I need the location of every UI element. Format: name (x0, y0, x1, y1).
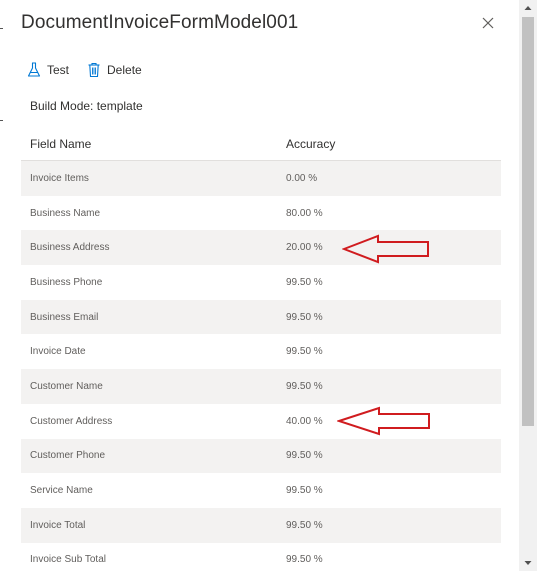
field-name-cell: Invoice Sub Total (30, 554, 106, 566)
table-row[interactable]: Business Phone 99.50 % (21, 265, 501, 300)
accuracy-cell: 99.50 % (286, 346, 323, 358)
column-header-field-name[interactable]: Field Name (21, 137, 277, 151)
close-button[interactable] (478, 13, 498, 33)
table-row[interactable]: Invoice Items 0.00 % (21, 161, 501, 196)
field-name-cell: Business Name (30, 207, 101, 219)
scroll-down-arrow-icon (524, 561, 532, 565)
accuracy-cell: 99.50 % (286, 485, 323, 497)
table-row[interactable]: Invoice Total 99.50 % (21, 507, 501, 543)
table-row[interactable]: Customer Name 99.50 % (21, 369, 501, 404)
table-row[interactable]: Business Name 80.00 % (21, 196, 501, 231)
model-details-panel: DocumentInvoiceFormModel001 Test Delete … (0, 0, 537, 571)
accuracy-cell: 99.50 % (286, 311, 323, 323)
scroll-up-button[interactable] (519, 0, 537, 16)
field-name-cell: Business Address (30, 242, 110, 254)
field-name-cell: Invoice Total (30, 519, 86, 531)
table-header: Field Name Accuracy (21, 127, 501, 161)
table-body: Invoice Items 0.00 % Business Name 80.00 % B… (21, 161, 501, 571)
accuracy-cell: 80.00 % (286, 207, 323, 219)
field-name-cell: Customer Address (30, 415, 113, 427)
field-name-cell: Business Email (30, 311, 99, 323)
field-name-cell: Customer Phone (30, 450, 106, 462)
left-edge-tick (0, 120, 3, 121)
field-name-cell: Customer Name (30, 380, 103, 392)
trash-icon (88, 62, 100, 78)
field-name-cell: Business Phone (30, 276, 103, 288)
delete-button[interactable]: Delete (87, 62, 142, 78)
panel-title: DocumentInvoiceFormModel001 (21, 12, 299, 33)
accuracy-cell: 0.00 % (286, 172, 318, 184)
accuracy-cell: 99.50 % (286, 450, 323, 462)
field-name-cell: Service Name (30, 485, 93, 497)
test-button[interactable]: Test (27, 62, 69, 78)
accuracy-cell: 99.50 % (286, 554, 323, 566)
accuracy-cell: 99.50 % (286, 380, 323, 392)
accuracy-table: Field Name Accuracy Invoice Items 0.00 % B… (21, 127, 501, 571)
table-row[interactable]: Customer Phone 99.50 % (21, 438, 501, 474)
scrollbar-thumb[interactable] (522, 17, 534, 426)
vertical-scrollbar[interactable] (519, 0, 537, 571)
flask-icon (27, 62, 41, 77)
scroll-up-arrow-icon (524, 6, 532, 10)
accuracy-cell: 99.50 % (286, 519, 323, 531)
table-row[interactable]: Invoice Sub Total 99.50 % (21, 543, 501, 571)
accuracy-cell: 20.00 % (286, 242, 323, 254)
accuracy-cell: 40.00 % (286, 415, 323, 427)
toolbar: Test Delete (27, 61, 142, 79)
build-mode-label: Build Mode: template (30, 99, 143, 113)
field-name-cell: Invoice Date (30, 346, 86, 358)
column-header-accuracy[interactable]: Accuracy (277, 137, 335, 151)
table-row[interactable]: Business Address 20.00 % (21, 230, 501, 266)
test-button-label: Test (47, 63, 70, 77)
left-edge (0, 0, 3, 571)
table-row[interactable]: Invoice Date 99.50 % (21, 334, 501, 369)
table-row[interactable]: Service Name 99.50 % (21, 473, 501, 508)
left-edge-tick (0, 28, 3, 29)
table-row[interactable]: Business Email 99.50 % (21, 299, 501, 335)
delete-button-label: Delete (107, 63, 142, 77)
accuracy-cell: 99.50 % (286, 276, 323, 288)
scroll-down-button[interactable] (519, 555, 537, 571)
field-name-cell: Invoice Items (30, 172, 89, 184)
table-row[interactable]: Customer Address 40.00 % (21, 404, 501, 439)
close-icon (482, 17, 494, 29)
